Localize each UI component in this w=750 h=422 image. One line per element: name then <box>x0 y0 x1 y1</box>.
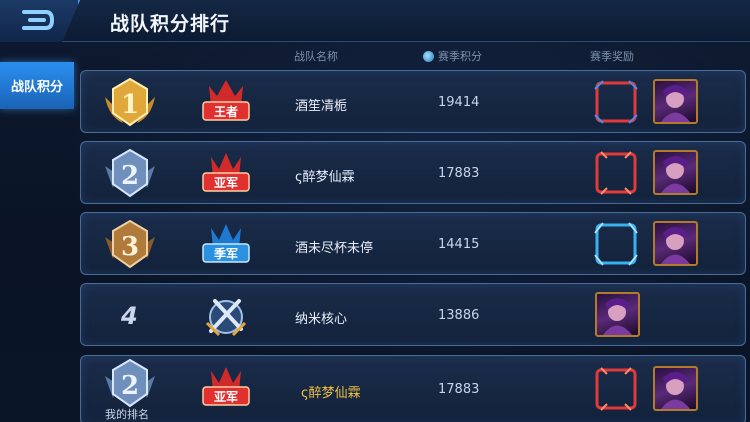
runner-up-emblem-icon: 亚军 <box>202 153 250 192</box>
reward-frame-icon[interactable] <box>593 221 639 267</box>
my-rank-label: 我的排名 <box>105 408 149 421</box>
team-name: 酒未尽杯未停 <box>295 241 374 256</box>
swords-emblem-icon <box>205 299 247 337</box>
reward-avatar-icon[interactable] <box>653 366 698 411</box>
column-header-score: 赛季积分 <box>423 48 482 64</box>
column-header-reward: 赛季奖励 <box>590 50 634 63</box>
team-score: 19414 <box>438 95 480 110</box>
rank-number: 4 <box>121 302 138 330</box>
column-header-name: 战队名称 <box>294 50 338 63</box>
reward-avatar-icon[interactable] <box>653 221 698 266</box>
svg-text:亚军: 亚军 <box>214 389 238 404</box>
table-row[interactable]: 4 纳米核心 13886 <box>80 283 746 346</box>
reward-frame-icon[interactable] <box>593 366 639 412</box>
season-score-icon <box>423 50 434 62</box>
reward-avatar-icon[interactable] <box>595 292 640 337</box>
reward-frame-icon[interactable] <box>593 150 639 196</box>
svg-text:亚军: 亚军 <box>214 175 238 190</box>
team-score: 17883 <box>438 166 480 181</box>
team-name: ς醉梦仙霖 <box>295 170 355 185</box>
svg-text:2: 2 <box>121 161 139 191</box>
column-header-score-label: 赛季积分 <box>438 50 482 63</box>
silver-medal-icon: 2 <box>105 358 155 408</box>
svg-text:1: 1 <box>121 90 139 120</box>
team-score: 14415 <box>438 237 480 252</box>
svg-text:3: 3 <box>121 232 139 262</box>
table-row[interactable]: 1 王者 酒笙凊栀 19414 <box>80 70 746 133</box>
bronze-medal-icon: 3 <box>105 219 155 269</box>
back-button[interactable] <box>0 0 80 42</box>
team-name: ς醉梦仙霖 <box>301 386 361 401</box>
back-arrow-icon <box>22 10 55 30</box>
reward-avatar-icon[interactable] <box>653 79 698 124</box>
svg-text:2: 2 <box>121 371 139 401</box>
page-title: 战队积分排行 <box>110 13 231 35</box>
reward-frame-icon[interactable] <box>593 79 639 125</box>
svg-text:王者: 王者 <box>214 104 238 119</box>
table-row[interactable]: 2 亚军 ς醉梦仙霖 17883 <box>80 141 746 204</box>
sidebar-item-label: 战队积分 <box>10 80 63 95</box>
sidebar-item-team-score[interactable]: 战队积分 <box>0 62 74 109</box>
svg-text:季军: 季军 <box>213 246 238 261</box>
header-bar: 战队积分排行 <box>0 0 750 42</box>
runner-up-emblem-icon: 亚军 <box>202 367 250 406</box>
team-score: 17883 <box>438 382 480 397</box>
table-row[interactable]: 3 季军 酒未尽杯未停 14415 <box>80 212 746 275</box>
reward-avatar-icon[interactable] <box>653 150 698 195</box>
silver-medal-icon: 2 <box>105 148 155 198</box>
gold-medal-icon: 1 <box>105 77 155 127</box>
champion-emblem-icon: 王者 <box>202 80 250 121</box>
team-score: 13886 <box>438 308 480 323</box>
my-rank-row[interactable]: 2 我的排名 亚军 ς醉梦仙霖 17883 <box>80 355 746 422</box>
third-place-emblem-icon: 季军 <box>202 224 250 263</box>
team-name: 酒笙凊栀 <box>295 99 348 114</box>
team-name: 纳米核心 <box>295 312 348 327</box>
